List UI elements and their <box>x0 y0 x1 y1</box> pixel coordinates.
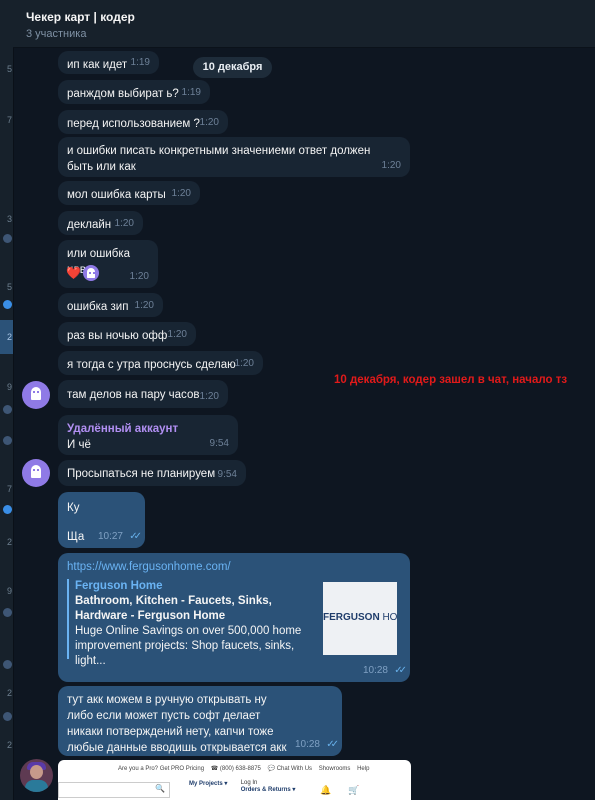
message-text: тут акк можем в ручную открывать ну либо… <box>67 694 287 754</box>
chat-avatar[interactable] <box>3 300 12 309</box>
message-time: 1:20 <box>171 188 191 199</box>
message-text: я тогда с утра проснусь сделаю <box>67 359 236 371</box>
message-time: 10:27 <box>97 531 123 542</box>
unread-count: 5 <box>6 282 12 292</box>
search-icon: 🔍 <box>155 784 165 793</box>
chat-avatar[interactable] <box>3 436 12 445</box>
ghost-icon <box>31 465 41 478</box>
message-time: 1:19 <box>181 87 201 98</box>
read-checkmarks-icon: ✓✓ <box>394 665 407 676</box>
message-text: Ща <box>67 531 85 543</box>
chat-avatar[interactable] <box>3 608 12 617</box>
message-bubble[interactable]: ранждом выбират ь? 1:19 <box>58 80 210 104</box>
read-checkmarks-icon: ✓✓ <box>326 739 339 750</box>
message-bubble[interactable]: мол ошибка карты 1:20 <box>58 181 200 205</box>
read-checkmarks-icon: ✓✓ <box>129 531 142 542</box>
ferguson-logo: FERGUSON HOM <box>323 612 397 623</box>
message-time: 10:28 <box>294 739 320 750</box>
message-time: 9:54 <box>217 469 237 480</box>
message-time: 1:20 <box>129 271 149 282</box>
sender-name[interactable]: Удалённый аккаунт <box>58 415 238 437</box>
chat-avatar[interactable] <box>3 712 12 721</box>
message-bubble[interactable]: ошибка зип 1:20 <box>58 293 163 317</box>
message-link[interactable]: https://www.fergusonhome.com/ <box>67 559 231 575</box>
message-time: 9:54 <box>209 438 229 449</box>
unread-count: 2 <box>6 740 12 750</box>
outgoing-message[interactable]: Ку Ща 10:27 ✓✓ <box>58 492 145 548</box>
heart-reaction-icon[interactable]: ❤️ <box>66 266 81 280</box>
message-time: 10:28 <box>362 665 388 676</box>
chat-avatar[interactable] <box>3 505 12 514</box>
unread-count: 7 <box>6 484 12 494</box>
user-avatar[interactable] <box>22 381 50 409</box>
message-time: 1:20 <box>234 358 254 369</box>
link-preview[interactable]: Ferguson Home Bathroom, Kitchen - Faucet… <box>67 579 405 667</box>
members-count: 3 участника <box>26 28 87 40</box>
message-bubble[interactable]: я тогда с утра проснусь сделаю 1:20 <box>58 351 263 375</box>
red-annotation: 10 декабря, кодер зашел в чат, начало тз <box>334 374 568 386</box>
message-bubble[interactable]: ип как идет 1:19 <box>58 51 159 74</box>
bell-icon: 🔔 <box>320 785 332 795</box>
cart-icon: 🛒 <box>348 785 360 795</box>
screenshot-search-box <box>58 782 170 798</box>
message-bubble[interactable]: или ошибка цвв 1:20 <box>58 240 158 288</box>
message-bubble[interactable]: Просыпаться не планируем 9:54 <box>58 460 246 486</box>
message-time: 1:20 <box>114 218 134 229</box>
unread-count: 5 <box>6 64 12 74</box>
message-text: и ошибки писать конкретными значениеми о… <box>67 145 371 173</box>
user-avatar[interactable] <box>20 759 53 792</box>
unread-count: 7 <box>6 115 12 125</box>
message-text: Ку <box>67 502 80 514</box>
message-time: 1:20 <box>199 391 219 402</box>
ghost-icon <box>87 268 95 278</box>
message-time: 1:20 <box>381 160 401 171</box>
unread-count: 2 <box>6 332 12 342</box>
reaction-avatar <box>83 265 99 281</box>
message-time: 1:20 <box>167 329 187 340</box>
ghost-icon <box>31 387 41 400</box>
message-bubble[interactable]: раз вы ночью офф 1:20 <box>58 322 196 346</box>
message-bubble[interactable]: деклайн 1:20 <box>58 211 143 235</box>
preview-title: Bathroom, Kitchen - Faucets, Sinks, Hard… <box>75 595 272 622</box>
unread-count: 9 <box>6 586 12 596</box>
message-bubble[interactable]: там делов на пару часов 1:20 <box>58 380 228 408</box>
message-bubble[interactable]: перед использованием ? 1:20 <box>58 110 228 134</box>
chat-avatar[interactable] <box>3 405 12 414</box>
message-time: 1:20 <box>134 300 154 311</box>
unread-count: 2 <box>6 537 12 547</box>
message-bubble[interactable]: и ошибки писать конкретными значениеми о… <box>58 137 410 177</box>
outgoing-message[interactable]: тут акк можем в ручную открывать ну либо… <box>58 686 342 756</box>
unread-count: 2 <box>6 688 12 698</box>
user-avatar[interactable] <box>22 459 50 487</box>
screenshot-nav: My Projects ▾ Log In Orders & Returns ▾ <box>189 780 296 793</box>
unread-count: 3 <box>6 214 12 224</box>
chat-list-strip[interactable]: 5 7 3 5 2 9 7 2 9 2 2 <box>0 0 14 800</box>
preview-image: FERGUSON HOM <box>323 582 397 655</box>
message-time: 1:19 <box>130 57 150 68</box>
message-time: 1:20 <box>199 117 219 128</box>
chat-title: Чекер карт | кодер <box>26 10 135 24</box>
chat-avatar[interactable] <box>3 234 12 243</box>
preview-description: Huge Online Savings on over 500,000 home… <box>75 625 302 667</box>
chat-avatar[interactable] <box>3 660 12 669</box>
message-bubble[interactable]: Удалённый аккаунт И чё 9:54 <box>58 415 238 455</box>
date-separator: 10 декабря <box>193 57 272 78</box>
screenshot-image[interactable]: Are you a Pro? Get PRO Pricing ☎ (800) 6… <box>58 760 411 800</box>
unread-count: 9 <box>6 382 12 392</box>
screenshot-top-bar: Are you a Pro? Get PRO Pricing ☎ (800) 6… <box>118 766 370 772</box>
chat-header[interactable]: Чекер карт | кодер 3 участника <box>13 0 595 48</box>
